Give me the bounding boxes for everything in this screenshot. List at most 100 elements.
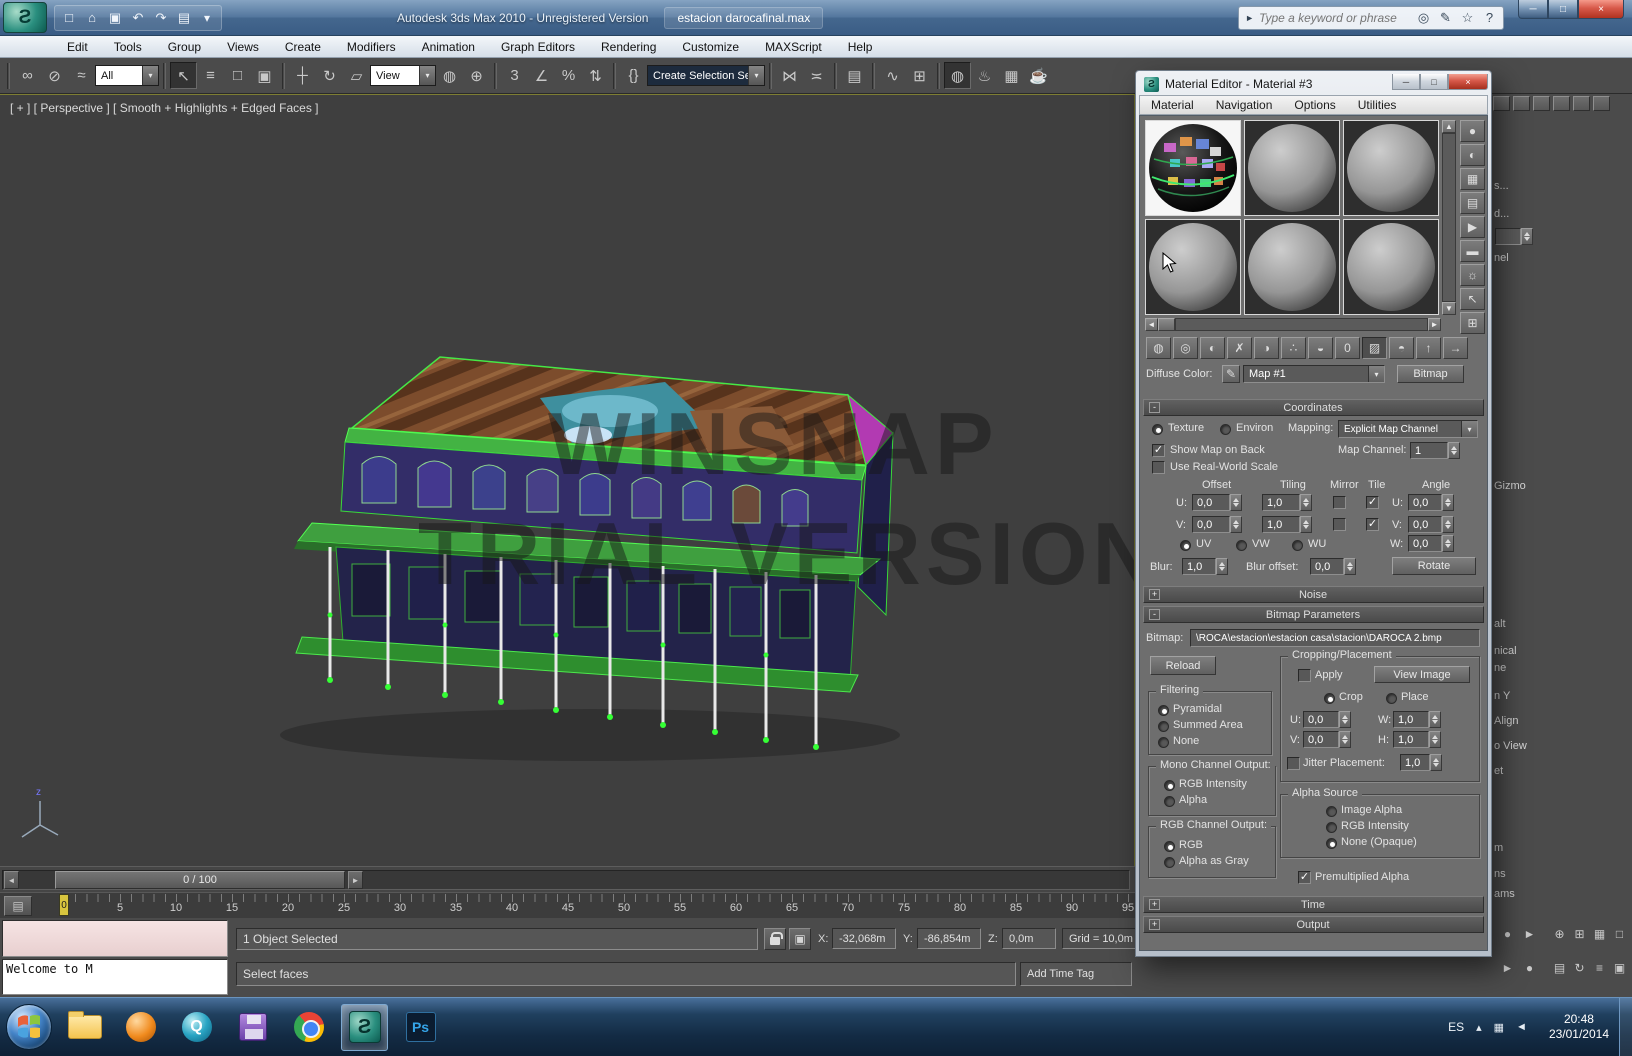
alpha-as-gray-radio[interactable] <box>1164 857 1175 868</box>
spinner-snap-icon[interactable]: ⇅ <box>582 62 609 89</box>
apply-checkbox[interactable] <box>1298 669 1311 682</box>
material-sample-slot-5[interactable] <box>1244 219 1340 315</box>
select-object-icon[interactable]: ↖ <box>170 62 197 89</box>
zoom-extents-icon[interactable]: ▦ <box>1590 924 1609 943</box>
infocenter-expand-icon[interactable]: ► <box>1245 13 1254 23</box>
u-tiling-field[interactable]: 1,0 <box>1262 494 1312 511</box>
spinner-icon[interactable] <box>1442 494 1454 511</box>
slots-scroll-up[interactable]: ▲ <box>1442 120 1456 133</box>
project-folder-icon[interactable]: ▤ <box>173 7 195 29</box>
named-selection-set-dropdown[interactable]: Create Selection Se▾ <box>647 65 765 86</box>
selection-filter-dropdown[interactable]: All▾ <box>95 65 159 86</box>
map-type-button[interactable]: Bitmap <box>1397 365 1464 383</box>
bitmap-parameters-rollout-header[interactable]: - Bitmap Parameters <box>1143 606 1484 623</box>
zoom-region-icon[interactable]: ≡ <box>1590 958 1609 977</box>
viewport-label[interactable]: [ + ] [ Perspective ] [ Smooth + Highlig… <box>10 101 319 115</box>
help-icon[interactable]: ? <box>1480 10 1499 25</box>
taskbar-quicktime-button[interactable]: Q <box>173 1004 220 1051</box>
wu-radio[interactable] <box>1292 540 1303 551</box>
curve-editor-icon[interactable]: ∿ <box>879 62 906 89</box>
view-image-button[interactable]: View Image <box>1374 666 1470 683</box>
u-angle-field[interactable]: 0,0 <box>1408 494 1454 511</box>
panel-fragment[interactable]: d... <box>1494 208 1509 220</box>
snaps-toggle-icon[interactable]: 3 <box>501 62 528 89</box>
minimize-button[interactable]: ─ <box>1392 74 1420 90</box>
crop-u-field[interactable]: 0,0 <box>1303 711 1351 728</box>
put-material-to-scene-icon[interactable]: ◎ <box>1173 337 1198 359</box>
slots-vertical-scrollbar[interactable] <box>1442 133 1456 302</box>
get-material-icon[interactable]: ◍ <box>1146 337 1171 359</box>
panel-spinner-field[interactable] <box>1495 228 1533 245</box>
menu-edit[interactable]: Edit <box>54 38 101 56</box>
slots-horizontal-scrollbar[interactable] <box>1175 318 1428 331</box>
make-material-copy-icon[interactable]: ◑ <box>1254 337 1279 359</box>
image-alpha-radio[interactable] <box>1326 806 1337 817</box>
environ-radio[interactable] <box>1220 424 1231 435</box>
select-and-link-icon[interactable]: ∞ <box>14 62 41 89</box>
v-mirror-checkbox[interactable] <box>1333 518 1346 531</box>
assign-material-to-selection-icon[interactable]: ◐ <box>1200 337 1225 359</box>
panel-tab[interactable] <box>1553 96 1570 111</box>
premultiplied-alpha-checkbox[interactable] <box>1298 871 1311 884</box>
expand-icon[interactable]: + <box>1149 589 1160 600</box>
spinner-icon[interactable] <box>1448 442 1460 459</box>
taskbar-explorer-button[interactable] <box>61 1004 108 1051</box>
restore-button[interactable]: □ <box>1420 74 1448 90</box>
material-sample-slot-2[interactable] <box>1244 120 1340 216</box>
v-offset-field[interactable]: 0,0 <box>1192 516 1242 533</box>
go-to-parent-icon[interactable]: ↑ <box>1416 337 1441 359</box>
spinner-icon[interactable] <box>1230 516 1242 533</box>
select-and-rotate-icon[interactable]: ↻ <box>316 62 343 89</box>
alpha-radio[interactable] <box>1164 796 1175 807</box>
spinner-icon[interactable] <box>1339 711 1351 728</box>
panel-fragment[interactable]: et <box>1494 765 1503 777</box>
put-to-library-icon[interactable]: ◒ <box>1308 337 1333 359</box>
material-sample-slot-3[interactable] <box>1343 120 1439 216</box>
slots-scroll-right[interactable]: ► <box>1428 318 1441 331</box>
mini-curve-editor-button[interactable]: ▤ <box>4 896 32 916</box>
uv-radio[interactable] <box>1180 540 1191 551</box>
slots-scrollbar-grip[interactable] <box>1158 318 1175 331</box>
noise-rollout-header[interactable]: + Noise <box>1143 586 1484 603</box>
menu-create[interactable]: Create <box>272 38 334 56</box>
previous-frame-button[interactable]: ◄ <box>4 871 19 889</box>
dropdown-arrow-icon[interactable]: ▾ <box>748 66 764 85</box>
material-sample-slot-6[interactable] <box>1343 219 1439 315</box>
playback-control-icon[interactable]: ● <box>1498 924 1517 943</box>
v-tile-checkbox[interactable] <box>1366 518 1379 531</box>
dropdown-arrow-icon[interactable]: ▾ <box>1461 421 1477 437</box>
spinner-icon[interactable] <box>1521 228 1533 245</box>
spinner-icon[interactable] <box>1442 535 1454 552</box>
language-indicator[interactable]: ES <box>1448 1020 1464 1034</box>
favorites-icon[interactable]: ☆ <box>1458 10 1477 26</box>
undo-icon[interactable]: ↶ <box>127 7 149 29</box>
output-rollout-header[interactable]: + Output <box>1143 916 1484 933</box>
selection-lock-toggle[interactable] <box>764 928 786 950</box>
unlink-selection-icon[interactable]: ⊘ <box>41 62 68 89</box>
panel-fragment[interactable]: Align <box>1494 715 1518 727</box>
current-frame-marker[interactable]: 0 <box>59 894 69 916</box>
bitmap-path-field[interactable]: \ROCA\estacion\estacion casa\stacion\DAR… <box>1190 629 1480 647</box>
show-end-result-icon[interactable]: ◓ <box>1389 337 1414 359</box>
close-button[interactable]: × <box>1448 74 1488 90</box>
select-and-move-icon[interactable]: ┼ <box>289 62 316 89</box>
panel-tab[interactable] <box>1513 96 1530 111</box>
panel-tab[interactable] <box>1493 96 1510 111</box>
backlight-icon[interactable]: ◐ <box>1460 144 1485 166</box>
menu-rendering[interactable]: Rendering <box>588 38 669 56</box>
go-forward-to-sibling-icon[interactable]: → <box>1443 337 1468 359</box>
search-input[interactable] <box>1259 11 1411 25</box>
material-sample-slot-1[interactable] <box>1145 120 1241 216</box>
angle-snap-icon[interactable]: ∠ <box>528 62 555 89</box>
vw-radio[interactable] <box>1236 540 1247 551</box>
taskbar-photoshop-button[interactable]: Ps <box>397 1004 444 1051</box>
close-button[interactable]: × <box>1578 0 1624 19</box>
map-name-dropdown[interactable]: Map #1▾ <box>1243 365 1385 383</box>
show-desktop-button[interactable] <box>1619 998 1632 1056</box>
time-slider-grip[interactable]: 0 / 100 <box>55 871 345 889</box>
options-icon[interactable]: ☼ <box>1460 264 1485 286</box>
application-menu-button[interactable]: Ƨ <box>3 2 47 33</box>
spinner-icon[interactable] <box>1344 558 1356 575</box>
blur-field[interactable]: 1,0 <box>1182 558 1228 575</box>
align-icon[interactable]: ≍ <box>803 62 830 89</box>
